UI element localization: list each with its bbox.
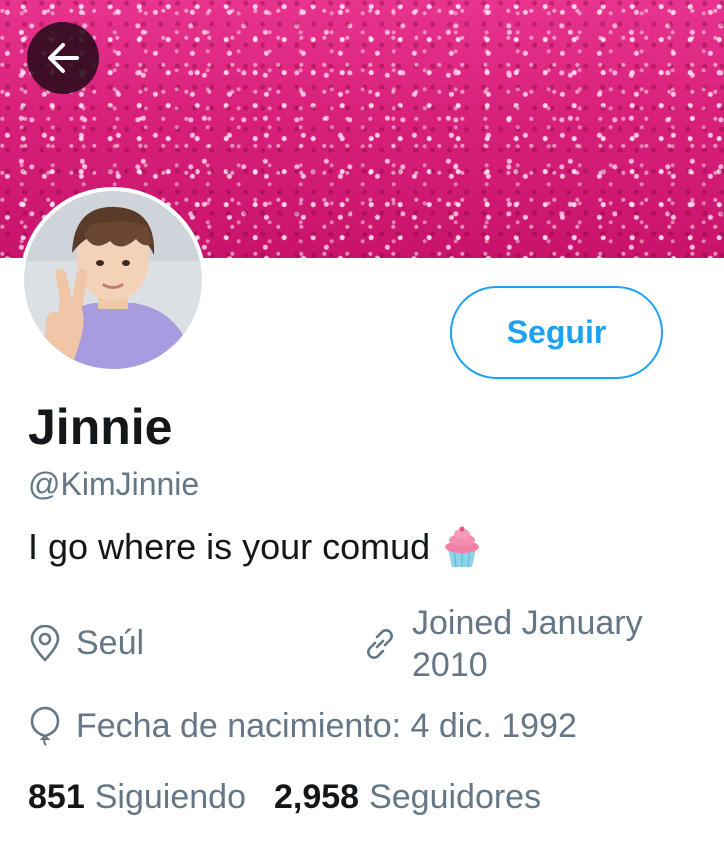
cupcake-icon <box>442 525 482 569</box>
profile-stats: 851 Siguiendo 2,958 Seguidores <box>28 778 569 817</box>
followers-count: 2,958 <box>273 778 360 816</box>
profile-page: Seguir Jinnie @KimJinnie I go where is y… <box>0 0 724 852</box>
profile-location: Seúl <box>28 624 144 663</box>
followers-label: Seguidores <box>369 778 542 816</box>
profile-birthdate: Fecha de nacimiento: 4 dic. 1992 <box>28 706 577 746</box>
follow-button[interactable]: Seguir <box>450 286 663 379</box>
avatar[interactable] <box>20 187 206 373</box>
back-button[interactable] <box>27 22 99 94</box>
location-pin-icon <box>28 624 62 663</box>
profile-joined: Joined January 2010 <box>362 602 672 686</box>
following-label: Siguiendo <box>94 778 246 816</box>
balloon-icon <box>28 706 62 746</box>
bio: I go where is your comud <box>28 525 482 569</box>
following-count: 851 <box>28 778 85 816</box>
display-name: Jinnie <box>28 399 173 455</box>
following-link[interactable]: 851 Siguiendo <box>28 778 274 817</box>
location-text: Seúl <box>76 624 145 662</box>
user-handle: @KimJinnie <box>28 466 200 502</box>
joined-text: Joined January 2010 <box>412 604 643 684</box>
follow-button-label: Seguir <box>506 314 607 350</box>
avatar-photo <box>24 191 202 369</box>
birthdate-text: Fecha de nacimiento: 4 dic. 1992 <box>76 706 577 745</box>
link-icon <box>362 626 398 662</box>
arrow-left-icon <box>43 38 83 78</box>
followers-link[interactable]: 2,958 Seguidores <box>274 778 569 817</box>
bio-text: I go where is your comud <box>28 526 431 567</box>
